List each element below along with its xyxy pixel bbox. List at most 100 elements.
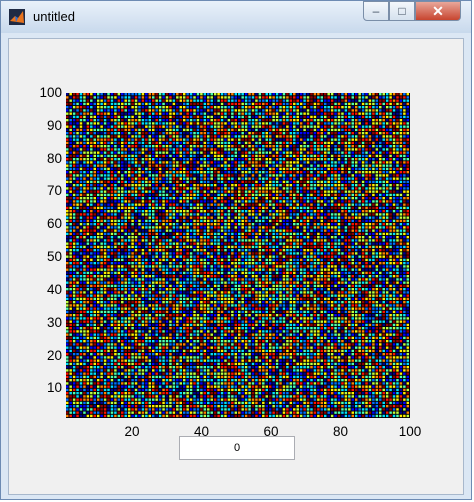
heatmap-cell — [176, 109, 179, 112]
heatmap-cell — [141, 242, 145, 245]
heatmap-cell — [327, 164, 330, 167]
heatmap-cell — [83, 200, 86, 203]
minimize-button[interactable]: – — [363, 1, 389, 21]
heatmap-cell — [66, 200, 69, 203]
heatmap-cell — [399, 138, 403, 141]
heatmap-cell — [389, 213, 392, 216]
heatmap-cell — [399, 249, 403, 252]
heatmap-cell — [124, 115, 127, 119]
heatmap-cell — [372, 219, 375, 223]
heatmap-cell — [268, 145, 272, 148]
heatmap-cell — [361, 158, 365, 161]
heatmap-cell — [124, 96, 127, 99]
title-bar[interactable]: untitled – □ ✕ — [1, 1, 471, 33]
heatmap-cell — [117, 226, 121, 229]
heatmap-cell — [189, 112, 193, 115]
heatmap-cell — [107, 249, 110, 252]
heatmap-cell — [241, 226, 244, 229]
heatmap-cell — [351, 122, 354, 125]
heatmap-cell — [385, 245, 389, 249]
heatmap-cell — [121, 219, 124, 223]
heatmap-cell — [220, 145, 224, 148]
heatmap-cell — [227, 229, 231, 232]
heatmap-cell — [227, 249, 231, 252]
heatmap-cell — [375, 232, 379, 236]
heatmap-cell — [303, 106, 306, 109]
heatmap-cell — [341, 158, 344, 161]
heatmap-cell — [224, 200, 227, 203]
heatmap-axes[interactable] — [66, 93, 410, 418]
heatmap-cell — [365, 141, 368, 145]
heatmap-cell — [255, 187, 258, 190]
heatmap-cell — [406, 122, 410, 125]
heatmap-cell — [165, 141, 169, 145]
heatmap-cell — [396, 193, 399, 197]
heatmap-cell — [152, 106, 155, 109]
heatmap-cell — [96, 138, 100, 141]
heatmap-cell — [176, 245, 179, 249]
heatmap-cell — [165, 216, 169, 219]
heatmap-cell — [114, 206, 117, 210]
heatmap-cell — [268, 249, 272, 252]
heatmap-cell — [327, 112, 330, 115]
heatmap-cell — [330, 242, 334, 245]
heatmap-cell — [155, 161, 158, 164]
heatmap-cell — [289, 180, 293, 184]
close-button[interactable]: ✕ — [415, 1, 461, 21]
heatmap-cell — [138, 213, 141, 216]
heatmap-cell — [344, 135, 348, 138]
heatmap-cell — [351, 138, 354, 141]
heatmap-cell — [141, 138, 145, 141]
heatmap-cell — [358, 141, 361, 145]
heatmap-cell — [334, 135, 337, 138]
heatmap-cell — [189, 242, 193, 245]
heatmap-cell — [217, 151, 220, 154]
heatmap-cell — [379, 106, 382, 109]
heatmap-cell — [96, 226, 100, 229]
heatmap-cell — [148, 112, 152, 115]
heatmap-cell — [210, 193, 213, 197]
heatmap-cell — [176, 226, 179, 229]
heatmap-cell — [145, 177, 148, 180]
heatmap-cell — [351, 115, 354, 119]
heatmap-cell — [155, 125, 158, 128]
heatmap-cell — [248, 177, 251, 180]
heatmap-cell — [69, 223, 72, 226]
heatmap-cell — [210, 245, 213, 249]
heatmap-cell — [131, 187, 134, 190]
heatmap-cell — [296, 223, 299, 226]
heatmap-cell — [138, 145, 141, 148]
heatmap-cell — [189, 239, 193, 242]
heatmap-cell — [86, 99, 90, 102]
heatmap-cell — [279, 187, 282, 190]
heatmap-cell — [354, 206, 358, 210]
heatmap-cell — [213, 128, 217, 132]
heatmap-cell — [324, 154, 327, 158]
heatmap-cell — [358, 242, 361, 245]
heatmap-cell — [275, 187, 279, 190]
maximize-button[interactable]: □ — [389, 1, 415, 21]
heatmap-cell — [382, 164, 385, 167]
heatmap-cell — [255, 122, 258, 125]
heatmap-cell — [389, 174, 392, 177]
heatmap-cell — [255, 115, 258, 119]
heatmap-cell — [203, 223, 207, 226]
heatmap-cell — [279, 115, 282, 119]
heatmap-cell — [220, 236, 224, 239]
heatmap-cell — [110, 167, 114, 171]
heatmap-cell — [234, 187, 238, 190]
heatmap-cell — [207, 99, 210, 102]
heatmap-cell — [193, 206, 196, 210]
heatmap-cell — [131, 145, 134, 148]
heatmap-cell — [152, 252, 155, 255]
heatmap-cell — [176, 135, 179, 138]
heatmap-cell — [354, 236, 358, 239]
heatmap-cell — [279, 190, 282, 193]
heatmap-cell — [152, 229, 155, 232]
heatmap-cell — [244, 112, 248, 115]
heatmap-cell — [286, 93, 289, 96]
heatmap-cell — [320, 245, 324, 249]
heatmap-cell — [90, 148, 93, 151]
heatmap-cell — [131, 112, 134, 115]
heatmap-cell — [330, 125, 334, 128]
